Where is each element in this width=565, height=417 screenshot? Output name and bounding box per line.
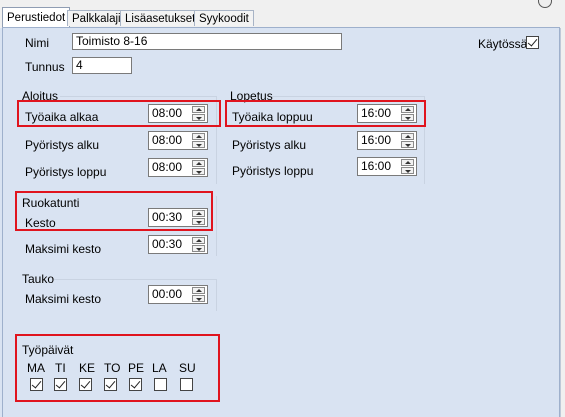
spinner-up-icon[interactable] — [192, 287, 205, 294]
tab-syykoodit[interactable]: Syykoodit — [194, 10, 254, 26]
spinner-down-icon[interactable] — [192, 295, 205, 302]
start-round-start-value: 08:00 — [152, 133, 183, 147]
lunch-group-edge — [216, 196, 217, 256]
start-round-start-spinner[interactable]: 08:00 — [148, 131, 208, 150]
end-round-start-value: 16:00 — [361, 133, 392, 147]
end-round-end-spinner[interactable]: 16:00 — [357, 157, 417, 176]
spinner-up-icon[interactable] — [192, 160, 205, 167]
id-label: Tunnus — [25, 60, 65, 74]
active-label: Käytössä — [478, 37, 528, 51]
name-input[interactable]: Toimisto 8-16 — [72, 33, 342, 50]
start-round-end-label: Pyöristys loppu — [25, 165, 107, 179]
help-icon[interactable] — [538, 0, 552, 8]
start-round-end-value: 08:00 — [152, 160, 183, 174]
lunch-max-label: Maksimi kesto — [25, 242, 102, 256]
spinner-down-icon[interactable] — [192, 168, 205, 175]
scrollbar-edge — [560, 28, 565, 417]
break-max-label: Maksimi kesto — [25, 292, 102, 306]
start-group-line — [60, 96, 216, 97]
tab-bar: Perustiedot Palkkalajit Lisäasetukset Sy… — [0, 0, 565, 28]
lunch-max-spinner[interactable]: 00:30 — [148, 235, 208, 254]
start-round-end-spinner[interactable]: 08:00 — [148, 158, 208, 177]
end-round-end-value: 16:00 — [361, 159, 392, 173]
start-round-start-label: Pyöristys alku — [25, 138, 100, 152]
highlight-work-end — [225, 100, 426, 127]
spinner-down-icon[interactable] — [401, 141, 414, 148]
tab-lisaasetukset[interactable]: Lisäasetukset — [120, 10, 201, 26]
highlight-workdays — [15, 334, 220, 402]
highlight-lunch — [15, 191, 213, 231]
spinner-up-icon[interactable] — [192, 133, 205, 140]
spinner-up-icon[interactable] — [401, 159, 414, 166]
spinner-up-icon[interactable] — [401, 133, 414, 140]
lunch-max-value: 00:30 — [152, 237, 183, 251]
spinner-up-icon[interactable] — [192, 237, 205, 244]
id-input[interactable]: 4 — [72, 57, 132, 74]
active-checkbox[interactable] — [526, 36, 539, 49]
break-group-title: Tauko — [22, 272, 55, 286]
spinner-down-icon[interactable] — [401, 167, 414, 174]
spinner-down-icon[interactable] — [192, 141, 205, 148]
break-group-line — [54, 279, 216, 280]
name-label: Nimi — [25, 36, 49, 50]
tab-perustiedot[interactable]: Perustiedot — [2, 7, 71, 28]
end-round-start-label: Pyöristys alku — [232, 138, 307, 152]
break-group-edge — [216, 279, 217, 311]
spinner-down-icon[interactable] — [192, 245, 205, 252]
end-group-line — [272, 96, 424, 97]
highlight-work-start — [17, 100, 221, 127]
break-max-value: 00:00 — [152, 287, 183, 301]
end-round-end-label: Pyöristys loppu — [232, 164, 314, 178]
break-max-spinner[interactable]: 00:00 — [148, 285, 208, 304]
end-round-start-spinner[interactable]: 16:00 — [357, 131, 417, 150]
